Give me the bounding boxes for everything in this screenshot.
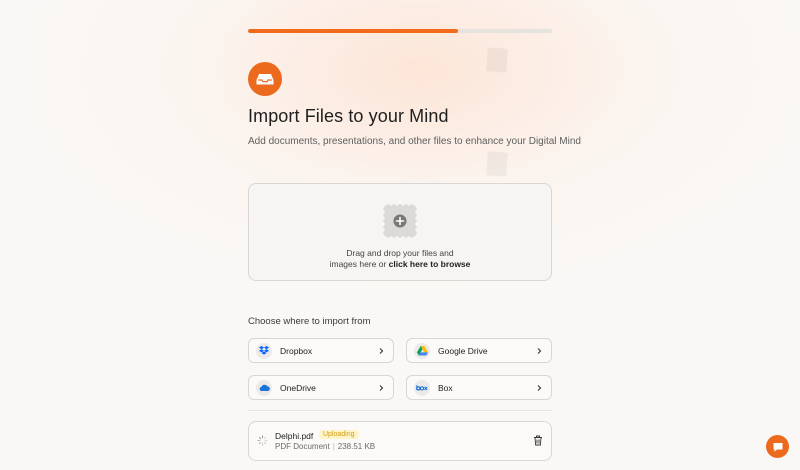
dropbox-icon: [256, 342, 272, 359]
dropzone-instruction-2: images here or click here to browse: [249, 259, 551, 269]
box-icon: [414, 379, 430, 396]
chat-button[interactable]: [766, 435, 789, 458]
file-type: PDF Document: [275, 442, 330, 451]
file-size: 238.51 KB: [337, 442, 376, 451]
add-file-icon: [383, 204, 417, 238]
status-badge: Uploading: [319, 430, 359, 439]
source-label: Google Drive: [438, 345, 488, 356]
progress-fill: [248, 29, 458, 33]
decorative-shape: [486, 47, 508, 73]
inbox-tray-icon: [248, 62, 282, 96]
loading-spinner-icon: [257, 435, 268, 446]
chat-icon: [773, 442, 782, 452]
file-dropzone[interactable]: Drag and drop your files and images here…: [248, 183, 552, 281]
dropzone-instruction: Drag and drop your files and: [346, 248, 454, 258]
source-label: OneDrive: [280, 382, 316, 393]
decorative-shape: [486, 151, 508, 177]
chevron-right-icon: [537, 384, 542, 391]
progress-bar: [248, 29, 552, 33]
chevron-right-icon: [379, 347, 384, 354]
uploaded-file-item: Delphi.pdf Uploading PDF Document | 238.51…: [248, 421, 552, 461]
divider: [248, 410, 552, 411]
file-meta: PDF Document | 238.51 KB: [275, 442, 375, 451]
browse-link[interactable]: click here to browse: [389, 259, 471, 269]
chevron-right-icon: [537, 347, 542, 354]
source-label: Dropbox: [280, 345, 313, 356]
chevron-right-icon: [379, 384, 384, 391]
google-drive-icon: [414, 342, 430, 359]
page-subtitle: Add documents, presentations, and other …: [248, 136, 581, 147]
source-label: Box: [438, 382, 453, 393]
page-title: Import Files to your Mind: [248, 106, 449, 126]
dropbox-button[interactable]: Dropbox: [248, 338, 394, 363]
import-sources-heading: Choose where to import from: [248, 316, 371, 327]
meta-separator: |: [332, 442, 335, 451]
google-drive-button[interactable]: Google Drive: [406, 338, 552, 363]
onedrive-button[interactable]: OneDrive: [248, 375, 394, 400]
dropzone-instruction-prefix: images here or: [329, 259, 389, 269]
box-button[interactable]: Box: [406, 375, 552, 400]
onedrive-icon: [256, 379, 272, 396]
trash-icon[interactable]: [533, 435, 543, 446]
file-name: Delphi.pdf: [275, 431, 314, 441]
